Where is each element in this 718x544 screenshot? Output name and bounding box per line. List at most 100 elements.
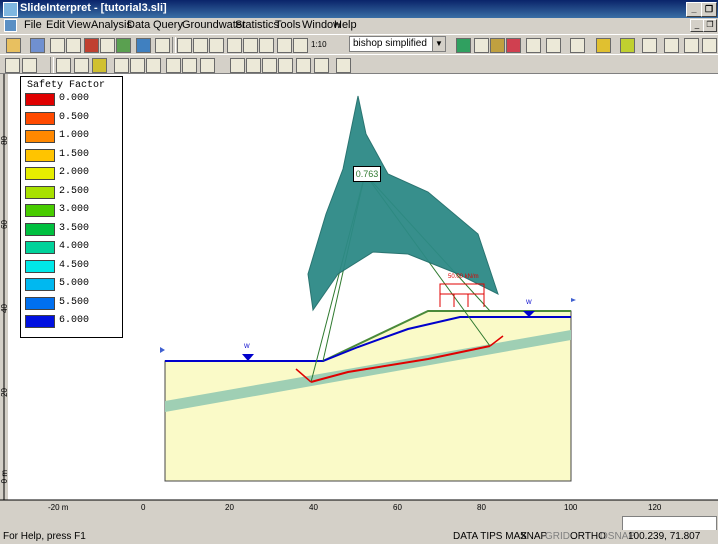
legend-value: 1.500: [59, 148, 90, 160]
grid-toggle[interactable]: GRID: [545, 531, 570, 542]
open-icon[interactable]: [6, 38, 21, 53]
menu-analysis[interactable]: Analysis: [91, 19, 132, 31]
image-icon[interactable]: [136, 38, 151, 53]
legend-value: 1.000: [59, 130, 90, 141]
command-input[interactable]: [622, 516, 717, 531]
ellipse-icon[interactable]: [182, 58, 197, 73]
x-tick-label: -20 m: [48, 503, 69, 512]
menu-file[interactable]: File: [24, 19, 42, 31]
print-preview-icon[interactable]: [50, 38, 65, 53]
x-tick-label: 40: [309, 503, 318, 512]
legend-item: 3.000: [25, 204, 121, 217]
export-data-icon[interactable]: [570, 38, 585, 53]
curve-icon[interactable]: [130, 58, 145, 73]
zoom-all-icon[interactable]: [177, 38, 192, 53]
stats-icon[interactable]: [642, 38, 657, 53]
arrow-icon[interactable]: [74, 58, 89, 73]
query-icon[interactable]: [490, 38, 505, 53]
water-label: W: [526, 300, 532, 306]
menu-help[interactable]: Help: [334, 19, 357, 31]
window-title: SlideInterpret - [tutorial3.sli]: [20, 2, 167, 14]
document-icon: [4, 19, 17, 32]
line-icon[interactable]: [56, 58, 71, 73]
coordinates-readout: 100.239, 71.807: [628, 531, 701, 542]
x-tick-label: 60: [393, 503, 402, 512]
safety-factor-legend[interactable]: Safety Factor 0.000 0.500 1.000 1.500 2.000 2…: [20, 76, 123, 338]
restore-button[interactable]: ❐: [701, 2, 717, 17]
show-all-icon[interactable]: [664, 38, 679, 53]
doc-restore-button[interactable]: ❐: [703, 19, 717, 32]
zoom-window-icon[interactable]: [227, 38, 242, 53]
graph-icon[interactable]: [546, 38, 561, 53]
layout-icon[interactable]: [155, 38, 170, 53]
properties-icon[interactable]: [22, 58, 37, 73]
legend-item: 6.000: [25, 315, 121, 328]
polyline-icon[interactable]: [146, 58, 161, 73]
eraser-icon[interactable]: [336, 58, 351, 73]
text-icon[interactable]: [92, 58, 107, 73]
doc-minimize-button[interactable]: _: [690, 19, 704, 32]
menu-view[interactable]: View: [67, 19, 91, 31]
legend-value: 5.000: [59, 278, 90, 289]
measure-icon[interactable]: [246, 58, 261, 73]
chart-slice-icon[interactable]: [526, 38, 541, 53]
compute-icon[interactable]: [456, 38, 471, 53]
legend-value: 2.000: [59, 167, 90, 178]
zoom-previous-icon[interactable]: [277, 38, 292, 53]
separator: [172, 37, 176, 53]
more-icon[interactable]: [702, 38, 717, 53]
export-icon[interactable]: [116, 38, 131, 53]
legend-swatch: [25, 222, 55, 236]
display-options-icon[interactable]: [5, 58, 20, 73]
minimize-button[interactable]: _: [686, 2, 702, 17]
snap-icon[interactable]: [296, 58, 311, 73]
legend-swatch: [25, 93, 55, 106]
menu-query[interactable]: Query: [153, 19, 183, 31]
zoom-scale-label[interactable]: 1:10: [311, 40, 327, 49]
legend-swatch: [25, 167, 55, 180]
pan-icon[interactable]: [259, 38, 274, 53]
pen-icon[interactable]: [114, 58, 129, 73]
zoom-scale-icon[interactable]: [293, 38, 308, 53]
legend-item: 3.500: [25, 222, 121, 236]
x-tick-label: 80: [477, 503, 486, 512]
probability-icon[interactable]: [684, 38, 699, 53]
rectangle-icon[interactable]: [166, 58, 181, 73]
data-tips-toggle[interactable]: DATA TIPS MAX: [453, 531, 527, 542]
x-tick-label: 120: [648, 503, 662, 512]
legend-item: 4.500: [25, 259, 121, 273]
legend-item: 1.000: [25, 130, 121, 143]
legend-value: 3.000: [59, 204, 90, 215]
boundary-marker: [160, 347, 165, 353]
zoom-extents-icon[interactable]: [243, 38, 258, 53]
chart-icon[interactable]: [84, 38, 99, 53]
legend-swatch: [25, 204, 55, 217]
water-label: W: [244, 344, 250, 350]
menu-data[interactable]: Data: [127, 19, 150, 31]
menu-statistics[interactable]: Statistics: [235, 19, 279, 31]
legend-item: 1.500: [25, 148, 121, 162]
angle-icon[interactable]: [230, 58, 245, 73]
dimension-icon[interactable]: [278, 58, 293, 73]
print-icon[interactable]: [66, 38, 81, 53]
filter-icon[interactable]: [620, 38, 635, 53]
zoom-out-icon[interactable]: [209, 38, 224, 53]
ruler-icon[interactable]: [262, 58, 277, 73]
x-tick-label: 0: [141, 503, 146, 512]
legend-value: 6.000: [59, 315, 90, 326]
fill-icon[interactable]: [200, 58, 215, 73]
star-icon[interactable]: [596, 38, 611, 53]
flag-icon[interactable]: [506, 38, 521, 53]
chevron-down-icon[interactable]: ▼: [432, 37, 445, 51]
zoom-in-icon[interactable]: [193, 38, 208, 53]
interpret-icon[interactable]: [474, 38, 489, 53]
snap-toggle[interactable]: SNAP: [520, 531, 547, 542]
save-icon[interactable]: [30, 38, 45, 53]
legend-value: 2.500: [59, 185, 90, 197]
menu-edit[interactable]: Edit: [46, 19, 65, 31]
analysis-method-select[interactable]: bishop simplified ▼: [349, 36, 446, 52]
coordinates-icon[interactable]: [314, 58, 329, 73]
legend-value: 0.000: [59, 93, 90, 104]
menu-tools[interactable]: Tools: [275, 19, 301, 31]
copy-icon[interactable]: [100, 38, 115, 53]
